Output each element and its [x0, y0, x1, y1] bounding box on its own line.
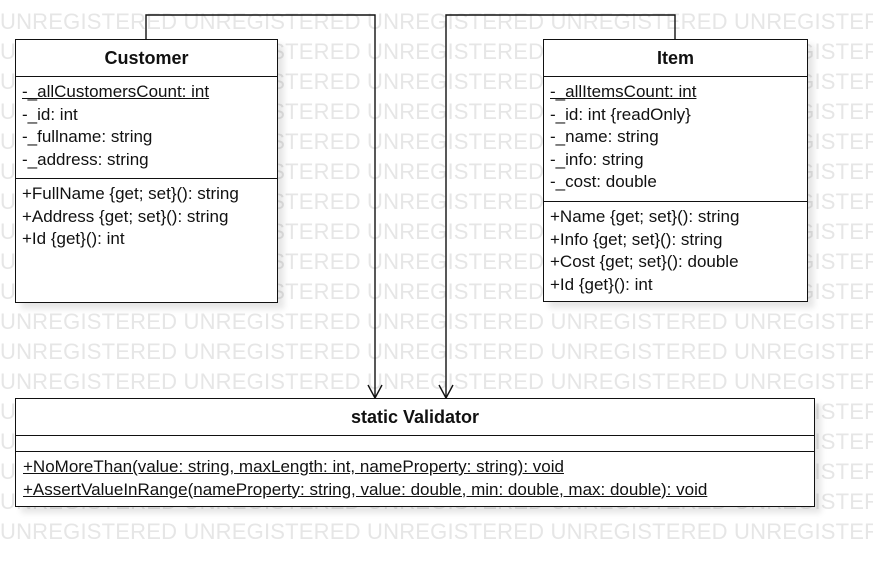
item-attributes: -_allItemsCount: int -_id: int {readOnly…	[544, 77, 807, 202]
customer-operations: +FullName {get; set}(): string +Address …	[16, 179, 277, 251]
item-attribute[interactable]: -_cost: double	[550, 171, 801, 194]
item-class[interactable]: Item -_allItemsCount: int -_id: int {rea…	[543, 39, 808, 302]
customer-attribute[interactable]: -_allCustomersCount: int	[22, 81, 271, 104]
customer-class[interactable]: Customer -_allCustomersCount: int -_id: …	[15, 39, 278, 303]
item-operation[interactable]: +Info {get; set}(): string	[550, 229, 801, 252]
customer-attributes: -_allCustomersCount: int -_id: int -_ful…	[16, 77, 277, 179]
customer-class-name: Customer	[16, 40, 277, 77]
validator-operation[interactable]: +AssertValueInRange(nameProperty: string…	[23, 479, 808, 502]
item-class-name: Item	[544, 40, 807, 77]
item-operation[interactable]: +Cost {get; set}(): double	[550, 251, 801, 274]
item-attribute[interactable]: -_info: string	[550, 149, 801, 172]
item-operation[interactable]: +Name {get; set}(): string	[550, 206, 801, 229]
validator-attributes	[16, 436, 814, 452]
item-operation[interactable]: +Id {get}(): int	[550, 274, 801, 297]
item-operations: +Name {get; set}(): string +Info {get; s…	[544, 202, 807, 296]
customer-operation[interactable]: +Id {get}(): int	[22, 228, 271, 251]
item-attribute[interactable]: -_allItemsCount: int	[550, 81, 801, 104]
validator-class-name: static Validator	[16, 399, 814, 436]
validator-operations: +NoMoreThan(value: string, maxLength: in…	[16, 452, 814, 501]
validator-class[interactable]: static Validator +NoMoreThan(value: stri…	[15, 398, 815, 507]
customer-attribute[interactable]: -_id: int	[22, 104, 271, 127]
customer-attribute[interactable]: -_address: string	[22, 149, 271, 172]
validator-operation[interactable]: +NoMoreThan(value: string, maxLength: in…	[23, 456, 808, 479]
customer-operation[interactable]: +Address {get; set}(): string	[22, 206, 271, 229]
item-attribute[interactable]: -_id: int {readOnly}	[550, 104, 801, 127]
customer-operation[interactable]: +FullName {get; set}(): string	[22, 183, 271, 206]
customer-attribute[interactable]: -_fullname: string	[22, 126, 271, 149]
item-attribute[interactable]: -_name: string	[550, 126, 801, 149]
